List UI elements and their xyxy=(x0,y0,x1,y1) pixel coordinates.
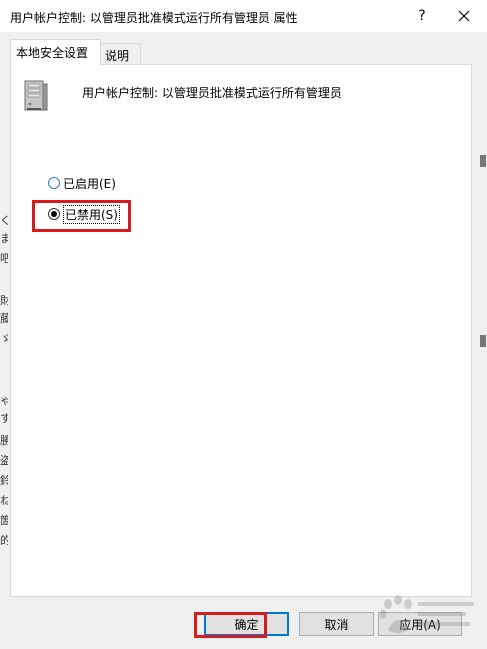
background-fragment: 勝 xyxy=(0,434,8,447)
ok-label: 确定 xyxy=(234,617,259,632)
background-fragment xyxy=(480,335,486,347)
enabled-label: 已启用(E) xyxy=(63,176,116,191)
background-fragment xyxy=(480,155,486,167)
enabled-radio[interactable] xyxy=(48,177,60,189)
enabled-option[interactable]: 已启用(E) xyxy=(48,174,116,192)
background-fragment: 吧 xyxy=(0,252,8,265)
background-fragment: ま xyxy=(0,232,8,245)
background-fragment: く xyxy=(0,214,8,227)
server-icon xyxy=(24,80,48,111)
disabled-label: 已禁用(S) xyxy=(63,204,120,224)
close-icon xyxy=(458,10,470,22)
tab-local-security-setting[interactable]: 本地安全设置 xyxy=(10,39,101,65)
background-fragment: 藤 xyxy=(0,312,8,325)
background-fragment: ね xyxy=(0,494,8,507)
tab-panel: 用户帐户控制: 以管理员批准模式运行所有管理员 已启用(E) 已禁用(S) xyxy=(10,64,472,597)
background-fragment: 箇 xyxy=(0,514,8,527)
tab-explain[interactable]: 说明 xyxy=(99,43,141,66)
background-fragment: 盗 xyxy=(0,454,8,467)
tab-label: 说明 xyxy=(105,48,130,63)
background-fragment: 的 xyxy=(0,534,8,547)
help-button[interactable]: ? xyxy=(400,0,444,32)
background-fragment: す xyxy=(0,412,8,425)
help-icon: ? xyxy=(418,8,426,24)
cancel-label: 取消 xyxy=(324,617,349,632)
cancel-button[interactable]: 取消 xyxy=(299,612,374,636)
close-button[interactable] xyxy=(442,0,486,32)
background-fragment: 財 xyxy=(0,294,8,307)
ok-button[interactable]: 确定 xyxy=(204,612,289,636)
disabled-radio[interactable] xyxy=(48,208,60,220)
title-bar: 用户帐户控制: 以管理员批准模式运行所有管理员 属性 ? xyxy=(0,0,487,32)
apply-label: 应用(A) xyxy=(399,617,441,632)
apply-button[interactable]: 应用(A) xyxy=(378,612,462,636)
disabled-option[interactable]: 已禁用(S) xyxy=(48,204,120,224)
tab-label: 本地安全设置 xyxy=(16,46,89,60)
background-fragment: 鈴 xyxy=(0,474,8,487)
window-title: 用户帐户控制: 以管理员批准模式运行所有管理员 属性 xyxy=(10,11,298,25)
background-fragment: ゞ xyxy=(0,332,8,345)
background-fragment: ゃ xyxy=(0,394,8,407)
policy-name: 用户帐户控制: 以管理员批准模式运行所有管理员 xyxy=(82,86,342,100)
